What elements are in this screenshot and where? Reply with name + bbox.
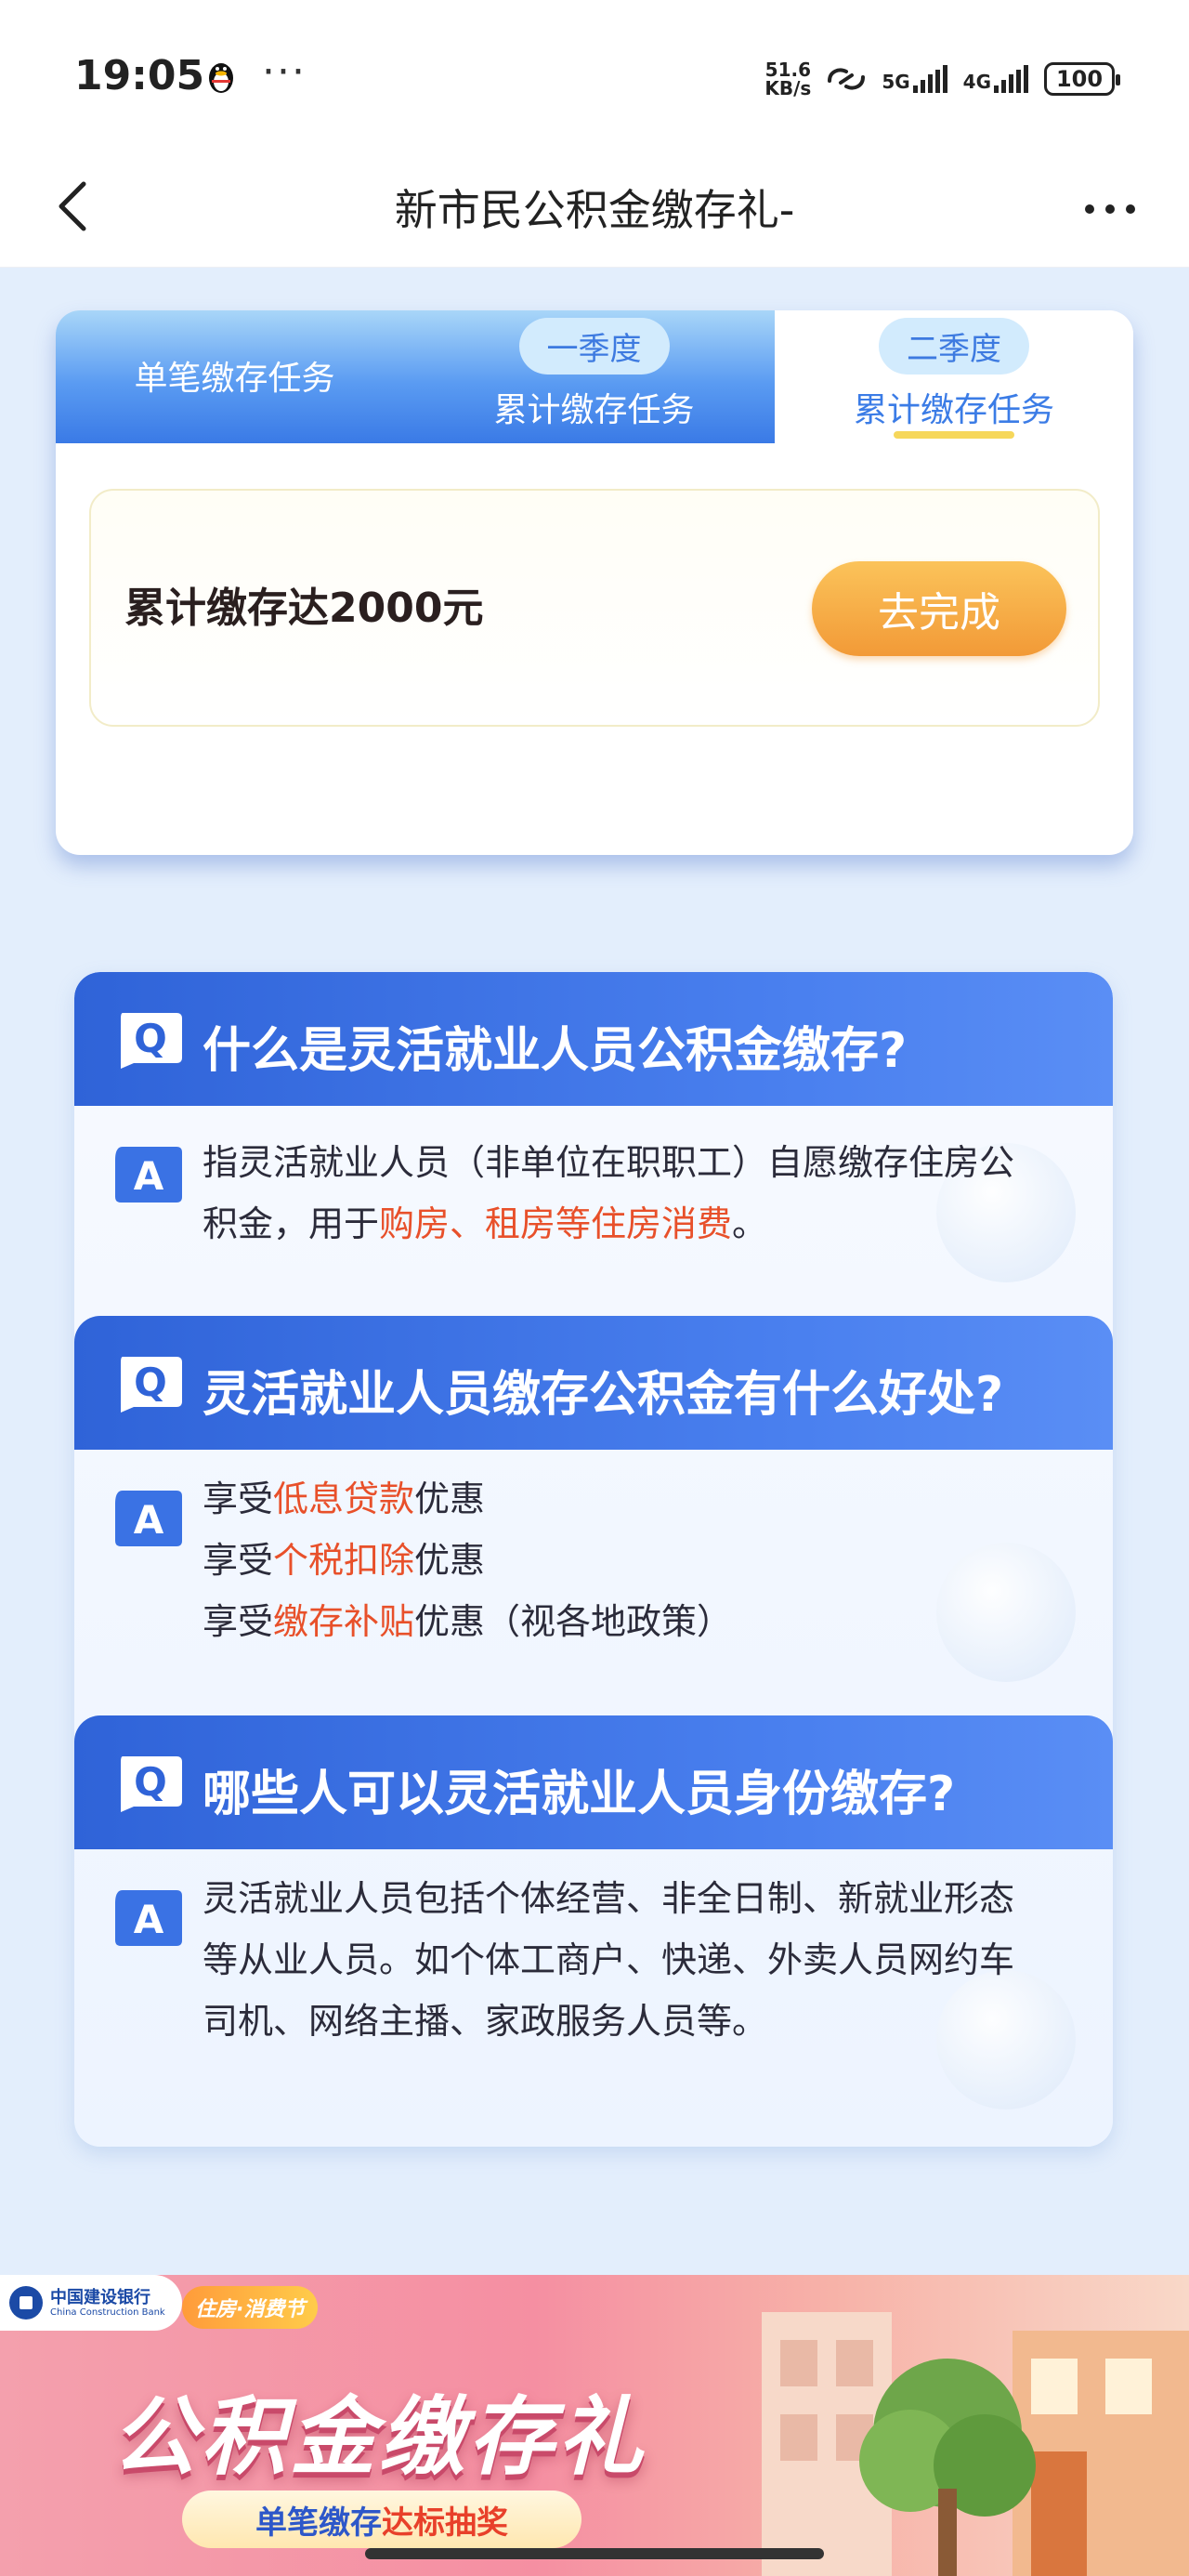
benefit-line: 享受个税扣除优惠	[203, 1530, 1048, 1591]
tab-label: 单笔缴存任务	[134, 360, 335, 398]
bank-name-block: 中国建设银行 China Construction Bank	[50, 2287, 165, 2318]
status-bar: 19:05 ··· 51.6 KB/s 5G 4G 100	[0, 0, 1189, 149]
bank-name: 中国建设银行	[50, 2287, 150, 2307]
bank-logo: 中国建设银行 China Construction Bank	[0, 2275, 182, 2331]
signal-4g: 4G	[963, 65, 1031, 93]
faq-question-text: 什么是灵活就业人员公积金缴存?	[203, 1023, 908, 1079]
q-badge-icon: Q	[121, 1013, 182, 1069]
status-indicators: 51.6 KB/s 5G 4G 100	[764, 56, 1120, 102]
active-tab-indicator	[894, 431, 1014, 439]
complete-task-button[interactable]: 去完成	[812, 561, 1066, 656]
answer-segment: 优惠（视各地政策）	[414, 1601, 733, 1642]
title-bar: 新市民公积金缴存礼-	[0, 149, 1189, 268]
faq-question-2: Q 灵活就业人员缴存公积金有什么好处?	[74, 1316, 1113, 1450]
task-tab-bar: 单笔缴存任务 一季度 累计缴存任务 二季度 累计缴存任务	[56, 310, 1133, 443]
task-card: 单笔缴存任务 一季度 累计缴存任务 二季度 累计缴存任务 累计缴存达2000元 …	[56, 310, 1133, 855]
a-badge-letter: A	[134, 1153, 164, 1199]
tab-quarter-pill: 一季度	[518, 318, 670, 375]
tab-q2-cumulative[interactable]: 二季度 累计缴存任务	[775, 310, 1133, 443]
benefit-line: 享受低息贷款优惠	[203, 1468, 1048, 1530]
home-indicator[interactable]	[365, 2548, 824, 2559]
task-description: 累计缴存达2000元	[124, 585, 484, 632]
a-badge-letter: A	[134, 1897, 164, 1942]
answer-segment: 享受	[203, 1479, 274, 1519]
answer-segment: 享受	[203, 1601, 274, 1642]
answer-segment: 优惠	[414, 1479, 486, 1519]
more-options-icon[interactable]	[1078, 186, 1143, 232]
faq-question-3: Q 哪些人可以灵活就业人员身份缴存?	[74, 1715, 1113, 1849]
net-speed-unit: KB/s	[764, 77, 812, 99]
answer-segment: 享受	[203, 1540, 274, 1581]
answer-segment: 。	[732, 1203, 768, 1244]
banner-event-tag: 住房·消费节	[182, 2286, 319, 2329]
faq-question-1: Q 什么是灵活就业人员公积金缴存?	[74, 972, 1113, 1106]
a-badge-icon: A	[115, 1890, 182, 1946]
faq-answer-text: 享受低息贷款优惠 享受个税扣除优惠 享受缴存补贴优惠（视各地政策）	[203, 1468, 1048, 1652]
tab-single-deposit[interactable]: 单笔缴存任务	[56, 310, 413, 443]
signal-4g-label: 4G	[962, 71, 991, 93]
status-more-dots: ···	[262, 48, 307, 96]
answer-highlight: 低息贷款	[273, 1479, 415, 1519]
banner-illustration	[762, 2312, 1189, 2576]
tab-q1-cumulative[interactable]: 一季度 累计缴存任务	[413, 310, 775, 443]
promo-banner[interactable]: 中国建设银行 China Construction Bank 住房·消费节 公积…	[0, 2275, 1189, 2576]
net-speed-value: 51.6	[764, 59, 812, 81]
banner-title: 公积金缴存礼	[111, 2387, 647, 2487]
tab-quarter-pill: 二季度	[879, 318, 1029, 375]
signal-bars-icon	[912, 65, 947, 93]
answer-segment: 优惠	[414, 1540, 486, 1581]
faq-answer-2: A 享受低息贷款优惠 享受个税扣除优惠 享受缴存补贴优惠（视各地政策）	[74, 1450, 1113, 1715]
faq-section: Q 什么是灵活就业人员公积金缴存? A 指灵活就业人员（非单位在职职工）自愿缴存…	[74, 972, 1113, 2147]
faq-answer-text: 指灵活就业人员（非单位在职职工）自愿缴存住房公积金，用于购房、租房等住房消费。	[203, 1132, 1048, 1255]
banner-subtitle-part2: 达标抽奖	[382, 2504, 508, 2542]
page: 19:05 ··· 51.6 KB/s 5G 4G 100 新市民公积金缴存礼-…	[0, 0, 1189, 2576]
status-time: 19:05	[74, 52, 205, 99]
qq-penguin-icon	[209, 63, 233, 93]
faq-answer-1: A 指灵活就业人员（非单位在职职工）自愿缴存住房公积金，用于购房、租房等住房消费…	[74, 1106, 1113, 1316]
page-title: 新市民公积金缴存礼-	[394, 185, 795, 235]
q-badge-letter: Q	[134, 1360, 167, 1405]
a-badge-letter: A	[134, 1497, 164, 1543]
tab-label: 累计缴存任务	[853, 391, 1054, 429]
banner-subtitle: 单笔缴存 达标抽奖	[182, 2491, 581, 2548]
q-badge-icon: Q	[121, 1756, 182, 1812]
a-badge-icon: A	[115, 1147, 182, 1203]
faq-answer-text: 灵活就业人员包括个体经营、非全日制、新就业形态等从业人员。如个体工商户、快递、外…	[203, 1878, 1015, 2042]
answer-highlight: 个税扣除	[273, 1540, 415, 1581]
benefit-line: 享受缴存补贴优惠（视各地政策）	[203, 1591, 1048, 1652]
bank-name-en: China Construction Bank	[50, 2307, 165, 2318]
banner-subtitle-part1: 单笔缴存	[255, 2504, 382, 2542]
ccb-logo-icon	[9, 2286, 43, 2320]
task-item: 累计缴存达2000元 去完成	[89, 489, 1100, 727]
answer-highlight: 缴存补贴	[273, 1601, 415, 1642]
signal-bars-icon	[994, 65, 1028, 93]
net-speed: 51.6 KB/s	[764, 60, 811, 98]
faq-question-text: 灵活就业人员缴存公积金有什么好处?	[203, 1367, 1004, 1423]
hotspot-link-icon	[828, 68, 866, 90]
battery-indicator: 100	[1044, 62, 1120, 96]
faq-answer-3: A 灵活就业人员包括个体经营、非全日制、新就业形态等从业人员。如个体工商户、快递…	[74, 1849, 1113, 2147]
signal-5g-label: 5G	[882, 71, 910, 93]
tab-label: 累计缴存任务	[493, 391, 695, 429]
a-badge-icon: A	[115, 1491, 182, 1546]
faq-question-text: 哪些人可以灵活就业人员身份缴存?	[203, 1767, 956, 1822]
q-badge-letter: Q	[134, 1016, 167, 1061]
q-badge-icon: Q	[121, 1357, 182, 1413]
q-badge-letter: Q	[134, 1759, 167, 1805]
signal-5g: 5G	[882, 65, 949, 93]
answer-highlight: 购房、租房等住房消费	[379, 1203, 733, 1244]
